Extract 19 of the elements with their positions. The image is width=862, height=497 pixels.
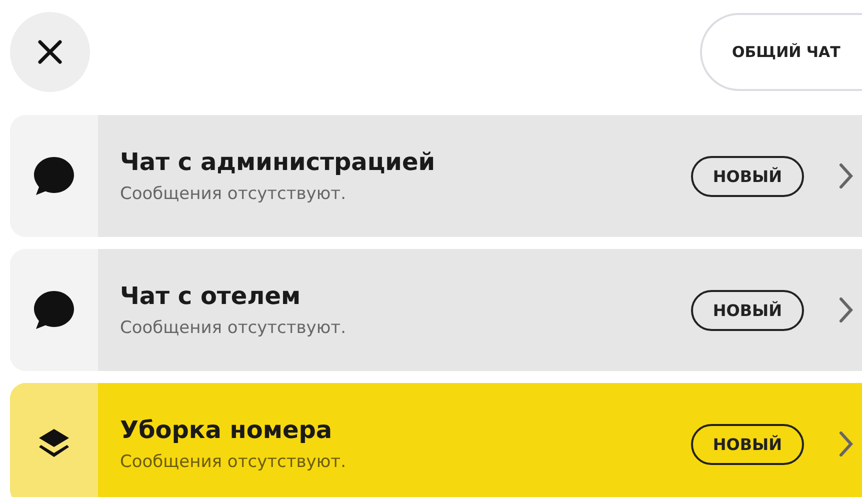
- chat-title: Уборка номера: [120, 416, 334, 444]
- speech-bubble-icon: [32, 288, 76, 332]
- chevron-right-icon: [838, 296, 854, 324]
- chat-card[interactable]: Чат с администрацией Сообщения отсутствуют. НОВЫЙ: [10, 115, 862, 237]
- chat-status: Сообщения отсутствуют.: [120, 184, 347, 204]
- chevron-right-icon: [838, 162, 854, 190]
- chevron-right-icon: [838, 430, 854, 458]
- chat-card[interactable]: Чат с отелем Сообщения отсутствуют. НОВЫЙ: [10, 249, 862, 371]
- new-badge: НОВЫЙ: [690, 156, 804, 196]
- new-badge: НОВЫЙ: [690, 424, 804, 464]
- chat-title: Чат с отелем: [120, 282, 302, 310]
- chat-card[interactable]: Уборка номера Сообщения отсутствуют. НОВЫЙ: [10, 383, 862, 497]
- speech-bubble-icon: [32, 154, 76, 198]
- chat-title: Чат с администрацией: [120, 148, 436, 176]
- general-chat-button[interactable]: ОБЩИЙ ЧАТ: [700, 13, 862, 91]
- chat-status: Сообщения отсутствуют.: [120, 452, 347, 472]
- chat-status: Сообщения отсутствуют.: [120, 318, 347, 338]
- close-icon: [37, 39, 63, 65]
- new-badge: НОВЫЙ: [690, 290, 804, 330]
